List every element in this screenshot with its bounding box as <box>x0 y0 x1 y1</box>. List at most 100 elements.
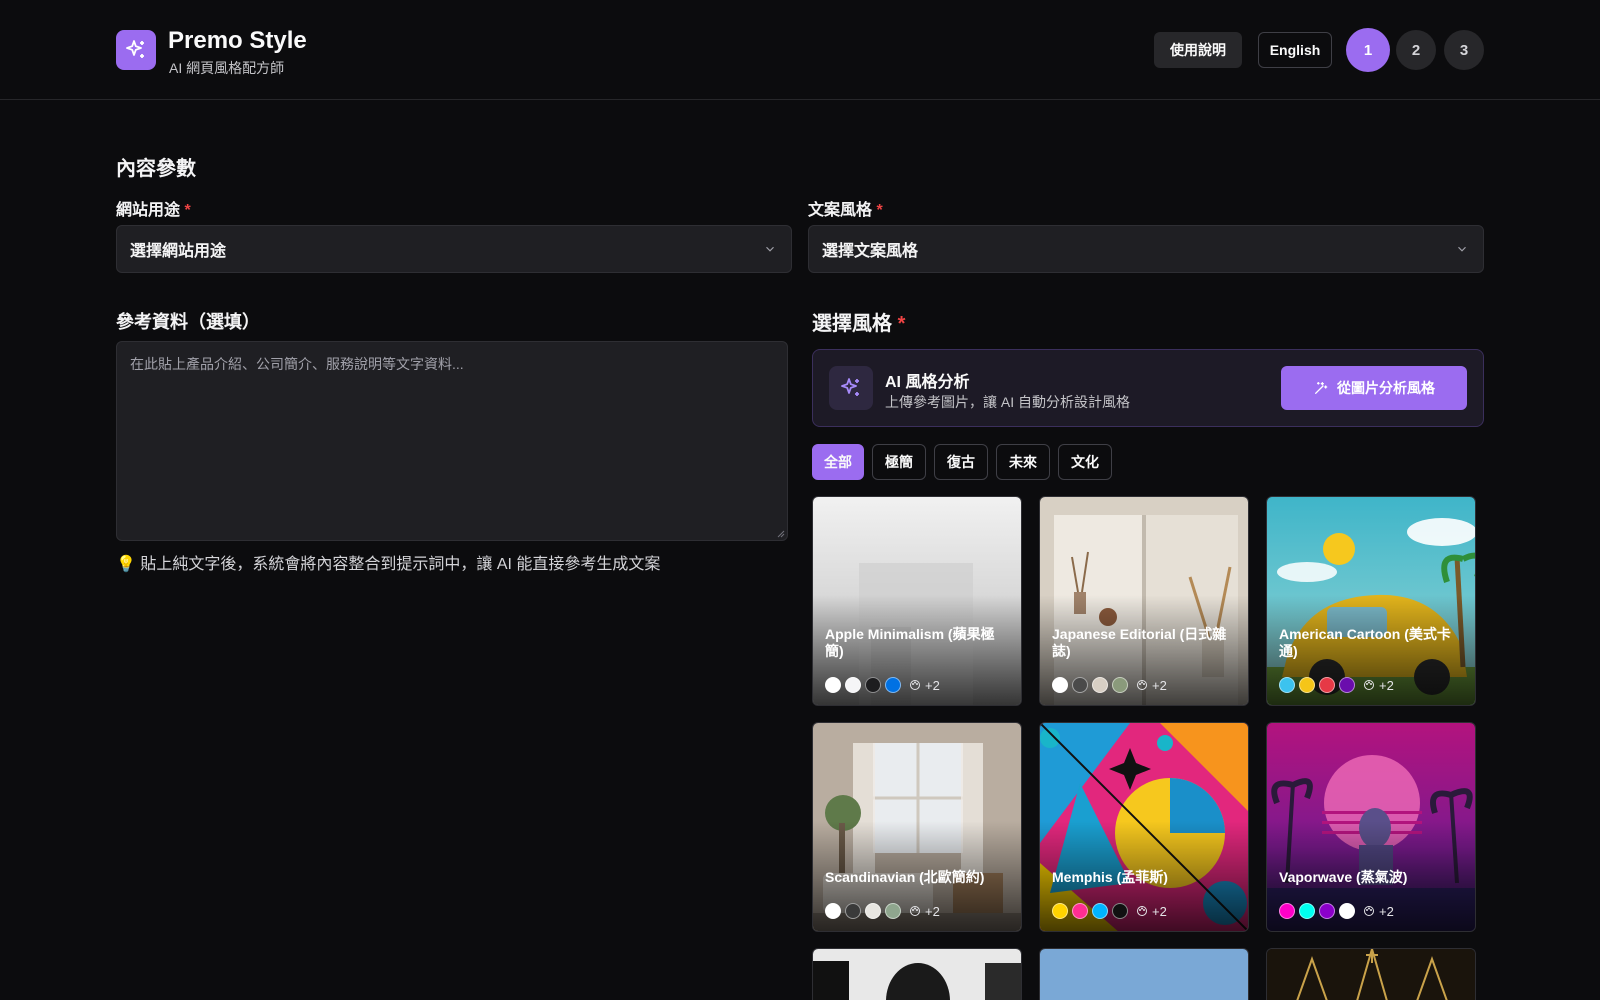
sky-thumbnail <box>1040 949 1248 1000</box>
color-swatch <box>1319 903 1335 919</box>
chevron-down-icon <box>766 246 774 252</box>
style-card-scandinavian[interactable]: Scandinavian (北歐簡約) +2 <box>812 722 1022 932</box>
resize-handle-icon[interactable] <box>775 528 785 538</box>
color-swatch <box>1299 903 1315 919</box>
purpose-select-value: 選擇網站用途 <box>130 243 227 260</box>
color-swatch <box>865 677 881 693</box>
color-swatch <box>865 903 881 919</box>
color-swatch <box>1072 903 1088 919</box>
color-swatch <box>845 677 861 693</box>
color-swatches: +2 <box>1052 677 1167 693</box>
color-swatch <box>1339 677 1355 693</box>
copy-style-select[interactable]: 選擇文案風格 <box>808 225 1484 273</box>
filter-tab-minimal[interactable]: 極簡 <box>872 444 926 480</box>
sparkles-icon <box>829 366 873 410</box>
color-swatches: +2 <box>1279 677 1394 693</box>
reference-title: 參考資料（選填） <box>116 312 260 332</box>
help-button[interactable]: 使用說明 <box>1154 32 1242 68</box>
gothic-thumbnail <box>1267 949 1475 1000</box>
filter-tab-retro[interactable]: 復古 <box>934 444 988 480</box>
style-section-title: 選擇風格 * <box>812 307 905 336</box>
more-colors-count: +2 <box>925 903 940 919</box>
more-colors-count: +2 <box>1379 677 1394 693</box>
style-card-vaporwave[interactable]: Vaporwave (蒸氣波) +2 <box>1266 722 1476 932</box>
more-colors: +2 <box>1136 904 1167 919</box>
color-swatch <box>825 903 841 919</box>
style-card-name: Vaporwave (蒸氣波) <box>1279 869 1408 885</box>
reference-hint: 💡 貼上純文字後，系統會將內容整合到提示詞中，讓 AI 能直接參考生成文案 <box>116 556 661 573</box>
style-card-name: Memphis (孟菲斯) <box>1052 869 1168 885</box>
palette-icon <box>1364 680 1374 690</box>
color-swatch <box>1112 677 1128 693</box>
ai-style-analysis-panel: AI 風格分析 上傳參考圖片，讓 AI 自動分析設計風格 從圖片分析風格 <box>812 349 1484 427</box>
color-swatch <box>1319 677 1335 693</box>
step-1-indicator[interactable]: 1 <box>1346 28 1390 72</box>
style-card-name: American Cartoon (美式卡通) <box>1279 626 1451 659</box>
palette-icon <box>910 906 920 916</box>
style-card-name: Scandinavian (北歐簡約) <box>825 869 985 885</box>
style-card-partial[interactable] <box>1266 948 1476 1000</box>
style-card-japanese-editorial[interactable]: Japanese Editorial (日式雜誌) +2 <box>1039 496 1249 706</box>
more-colors-count: +2 <box>1152 677 1167 693</box>
style-card-partial[interactable] <box>812 948 1022 1000</box>
color-swatch <box>1092 903 1108 919</box>
brand-title: Premo Style <box>168 27 307 54</box>
palette-icon <box>910 680 920 690</box>
purpose-label-text: 網站用途 <box>116 202 181 219</box>
step-3-indicator[interactable]: 3 <box>1444 30 1484 70</box>
style-card-american-cartoon[interactable]: American Cartoon (美式卡通) +2 <box>1266 496 1476 706</box>
app-header: Premo Style AI 網頁風格配方師 使用說明 English 1 2 … <box>0 0 1600 100</box>
color-swatches: +2 <box>825 903 940 919</box>
more-colors: +2 <box>1363 904 1394 919</box>
filter-tab-culture[interactable]: 文化 <box>1058 444 1112 480</box>
style-card-apple-minimalism[interactable]: Apple Minimalism (蘋果極簡) +2 <box>812 496 1022 706</box>
color-swatch <box>1279 903 1295 919</box>
color-swatch <box>1112 903 1128 919</box>
magic-wand-icon <box>1315 382 1328 394</box>
more-colors: +2 <box>1136 678 1167 693</box>
brand-subtitle: AI 網頁風格配方師 <box>169 60 285 76</box>
style-card-name: Apple Minimalism (蘋果極簡) <box>825 626 995 659</box>
purpose-label: 網站用途 * <box>116 196 191 220</box>
required-mark: * <box>876 202 883 219</box>
color-swatch <box>1339 903 1355 919</box>
more-colors: +2 <box>1363 678 1394 693</box>
sparkles-logo-icon <box>116 30 156 70</box>
color-swatches: +2 <box>1279 903 1394 919</box>
more-colors-count: +2 <box>925 677 940 693</box>
more-colors: +2 <box>909 678 940 693</box>
required-mark: * <box>897 313 906 335</box>
color-swatch <box>1299 677 1315 693</box>
copy-style-label-text: 文案風格 <box>808 202 873 219</box>
purpose-select[interactable]: 選擇網站用途 <box>116 225 792 273</box>
color-swatch <box>1052 677 1068 693</box>
style-card-memphis[interactable]: Memphis (孟菲斯) +2 <box>1039 722 1249 932</box>
color-swatch <box>845 903 861 919</box>
palette-icon <box>1137 680 1147 690</box>
filter-tab-all[interactable]: 全部 <box>812 444 864 480</box>
reference-placeholder: 在此貼上產品介紹、公司簡介、服務說明等文字資料... <box>130 356 464 372</box>
palette-icon <box>1137 906 1147 916</box>
palette-icon <box>1364 906 1374 916</box>
step-2-indicator[interactable]: 2 <box>1396 30 1436 70</box>
style-section-title-text: 選擇風格 <box>812 313 892 335</box>
color-swatches: +2 <box>825 677 940 693</box>
more-colors: +2 <box>909 904 940 919</box>
color-swatch <box>885 677 901 693</box>
filter-tab-future[interactable]: 未來 <box>996 444 1050 480</box>
color-swatch <box>1092 677 1108 693</box>
color-swatch <box>1052 903 1068 919</box>
color-swatch <box>1072 677 1088 693</box>
language-toggle-button[interactable]: English <box>1258 32 1332 68</box>
color-swatches: +2 <box>1052 903 1167 919</box>
chevron-down-icon <box>1458 246 1466 252</box>
more-colors-count: +2 <box>1379 903 1394 919</box>
reference-textarea[interactable]: 在此貼上產品介紹、公司簡介、服務說明等文字資料... <box>116 341 788 541</box>
style-card-partial[interactable] <box>1039 948 1249 1000</box>
more-colors-count: +2 <box>1152 903 1167 919</box>
ai-analysis-title: AI 風格分析 <box>885 374 970 391</box>
editorial-magazine-thumbnail <box>813 949 1021 1000</box>
analyze-from-image-button[interactable]: 從圖片分析風格 <box>1281 366 1467 410</box>
copy-style-select-value: 選擇文案風格 <box>822 243 919 260</box>
required-mark: * <box>184 202 191 219</box>
